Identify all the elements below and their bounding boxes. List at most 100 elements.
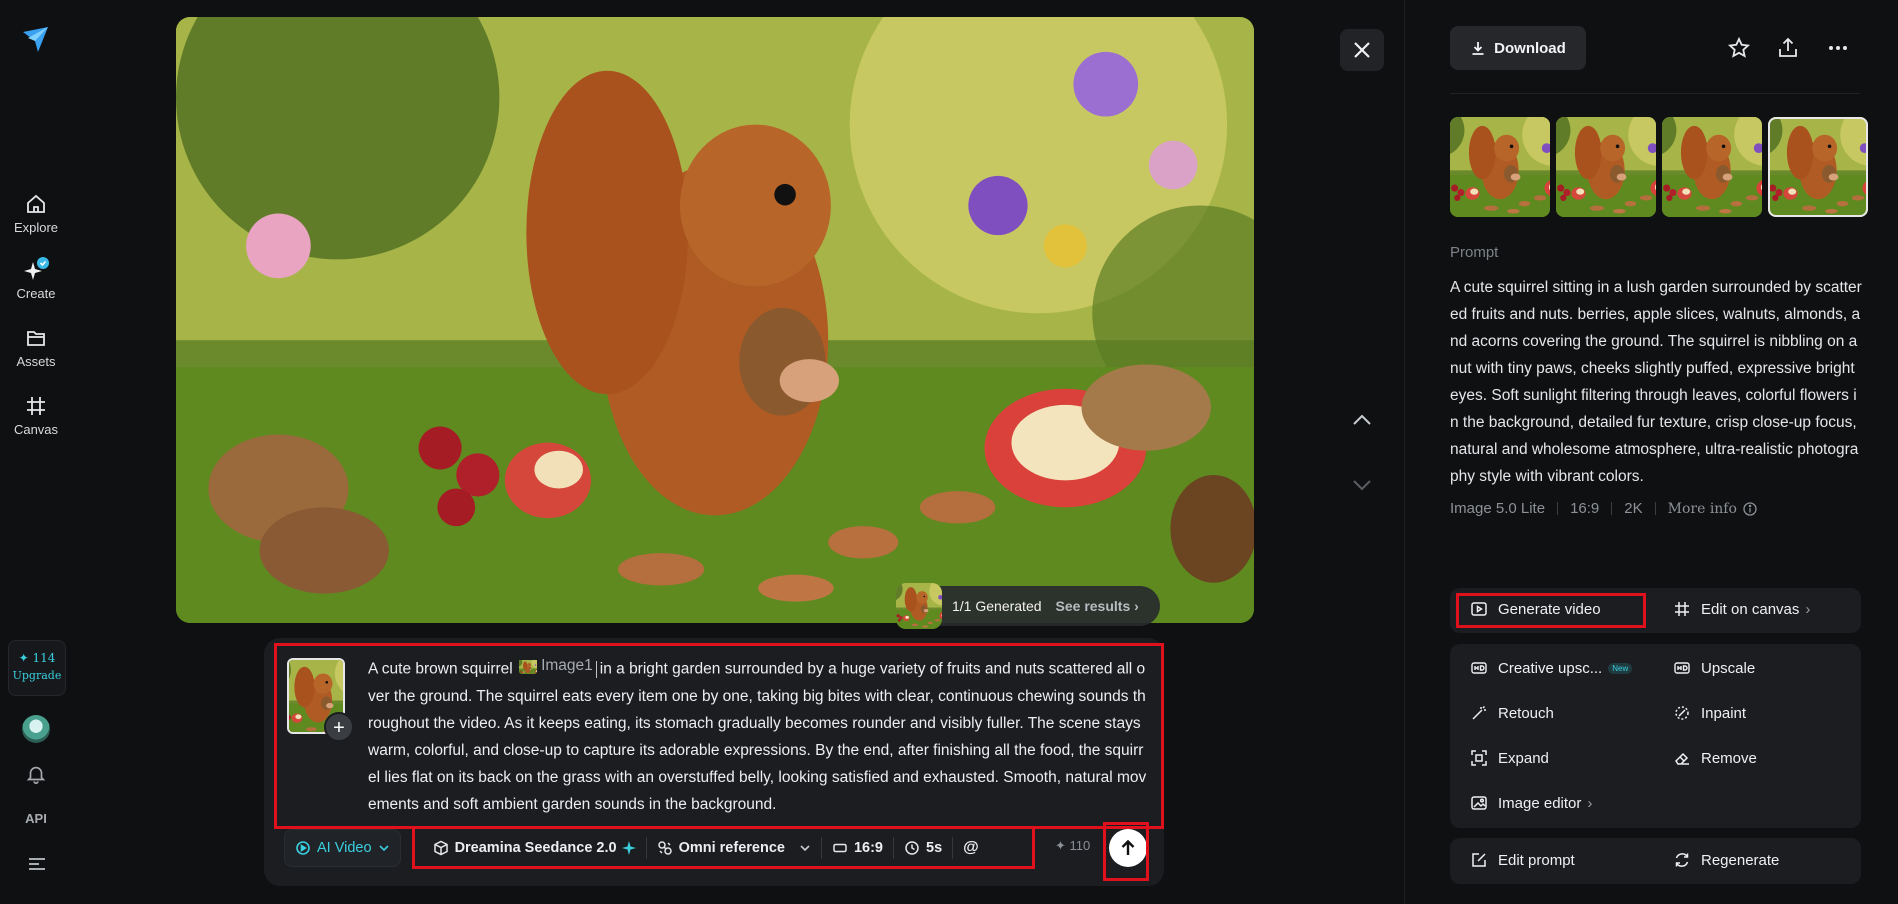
info-icon[interactable] (1743, 501, 1757, 516)
reference-label: Omni reference (678, 840, 785, 856)
canvas-grid-icon (27, 397, 45, 415)
download-button[interactable]: Download (1450, 26, 1586, 70)
left-navigation: Explore Create Assets Canvas ✦ 114 Upgra… (0, 0, 72, 904)
prompt-heading: Prompt (1450, 244, 1499, 261)
model-select[interactable]: Dreamina Seedance 2.0 (423, 829, 646, 867)
generated-results-pill[interactable]: 1/1 Generated See results › (898, 586, 1160, 626)
upscale-label: Upscale (1701, 659, 1756, 677)
result-thumbnail (896, 583, 942, 629)
nav-create-label: Create (16, 286, 56, 301)
close-icon (1354, 42, 1370, 58)
edit-prompt-label: Edit prompt (1498, 851, 1575, 869)
clock-icon (905, 841, 919, 855)
image-editor-label: Image editor (1498, 794, 1582, 812)
generated-count: 1/1 Generated (952, 598, 1042, 614)
retouch-label: Retouch (1498, 704, 1554, 722)
retouch-button[interactable]: Retouch (1470, 704, 1554, 722)
nav-explore[interactable]: Explore (0, 192, 72, 235)
eraser-icon (1675, 752, 1689, 765)
app-logo-icon[interactable] (20, 24, 52, 56)
generate-video-button[interactable]: Generate video (1470, 600, 1601, 618)
text-caret (595, 660, 597, 678)
chevron-right-icon: › (1587, 794, 1593, 812)
image-ref-label: Image1 (541, 657, 593, 674)
variant-thumbnail-selected[interactable] (1768, 117, 1868, 217)
aspect-ratio-select[interactable]: 16:9 (822, 829, 893, 867)
reference-link-icon (657, 841, 672, 855)
add-reference-button[interactable]: + (324, 712, 354, 742)
model-label: Dreamina Seedance 2.0 (454, 840, 617, 856)
duration-select[interactable]: 5s (894, 829, 952, 867)
upscale-button[interactable]: Upscale (1673, 659, 1755, 677)
hd-icon (1471, 662, 1487, 674)
avatar[interactable] (22, 715, 50, 743)
image-meta: Image 5.0 Lite 16:9 2K More info (1450, 500, 1757, 517)
creative-upscale-button[interactable]: Creative upsc... New (1470, 659, 1633, 677)
nav-create[interactable]: Create (0, 257, 72, 301)
chevron-up-icon[interactable] (1350, 408, 1374, 432)
video-play-icon (1471, 602, 1487, 616)
new-badge: New (1608, 662, 1633, 674)
panel-divider (1450, 93, 1860, 94)
remove-button[interactable]: Remove (1673, 749, 1757, 767)
more-options-icon[interactable] (1826, 36, 1850, 60)
inpaint-button[interactable]: Inpaint (1673, 704, 1746, 722)
meta-resolution: 2K (1624, 500, 1643, 517)
arrow-up-icon (1121, 839, 1135, 855)
upgrade-label: Upgrade (12, 669, 62, 682)
see-results-link[interactable]: See results › (1056, 598, 1139, 614)
duration-label: 5s (926, 840, 943, 856)
chevron-down-icon[interactable] (1350, 472, 1374, 496)
edit-prompt-button[interactable]: Edit prompt (1470, 851, 1575, 869)
video-mode-icon (296, 841, 310, 855)
regenerate-label: Regenerate (1701, 851, 1780, 869)
api-link[interactable]: API (0, 811, 72, 826)
image-editor-button[interactable]: Image editor › (1470, 794, 1592, 812)
image-chip-icon (519, 658, 537, 674)
folder-icon (27, 331, 45, 346)
prompt-text: A cute squirrel sitting in a lush garden… (1450, 279, 1862, 485)
canvas-grid-icon (1675, 602, 1689, 616)
inpaint-label: Inpaint (1701, 704, 1747, 722)
star-icon[interactable] (1727, 36, 1751, 60)
regenerate-button[interactable]: Regenerate (1673, 851, 1779, 869)
mode-select[interactable]: AI Video (284, 829, 401, 867)
edit-on-canvas-label: Edit on canvas (1701, 600, 1800, 618)
expand-icon (1471, 750, 1487, 766)
variant-thumbnail[interactable] (1556, 117, 1656, 217)
chevron-down-icon (378, 845, 389, 852)
nav-assets-label: Assets (16, 354, 56, 369)
nav-canvas[interactable]: Canvas (0, 394, 72, 437)
share-icon[interactable] (1776, 36, 1800, 60)
image-reference-chip[interactable]: Image1 (519, 652, 593, 679)
upgrade-button[interactable]: ✦ 114 Upgrade (8, 640, 66, 696)
send-button[interactable] (1109, 829, 1147, 867)
more-info-link[interactable]: More info (1668, 501, 1737, 517)
remove-label: Remove (1701, 749, 1757, 767)
nav-canvas-label: Canvas (13, 422, 59, 437)
mention-button[interactable]: @ (953, 829, 989, 867)
prompt-input[interactable]: A cute brown squirrel Image1 in a bright … (368, 652, 1148, 818)
bell-icon[interactable] (25, 763, 47, 785)
credits-count: ✦ 114 (18, 651, 56, 665)
edit-on-canvas-button[interactable]: Edit on canvas › (1673, 600, 1810, 618)
expand-button[interactable]: Expand (1470, 749, 1549, 767)
variant-thumbnail[interactable] (1662, 117, 1762, 217)
variant-thumbnail[interactable] (1450, 117, 1550, 217)
menu-icon[interactable] (27, 856, 47, 872)
reference-mode-select[interactable]: Omni reference (647, 829, 821, 867)
edit-pencil-icon (1472, 853, 1486, 867)
nav-assets[interactable]: Assets (0, 326, 72, 369)
close-button[interactable] (1340, 29, 1384, 71)
prompt-text-start: A cute brown squirrel (368, 660, 513, 678)
generate-video-label: Generate video (1498, 600, 1601, 618)
squirrel-image (176, 17, 1254, 623)
image-edit-icon (1471, 796, 1487, 810)
meta-model: Image 5.0 Lite (1450, 500, 1546, 517)
chevron-right-icon: › (1805, 600, 1811, 618)
meta-ratio: 16:9 (1570, 500, 1600, 517)
generation-cost: ✦ 110 (1055, 838, 1091, 853)
prompt-text-end: in a bright garden surrounded by a huge … (368, 660, 1147, 813)
mode-label: AI Video (317, 840, 372, 856)
magic-wand-icon (1472, 705, 1486, 720)
